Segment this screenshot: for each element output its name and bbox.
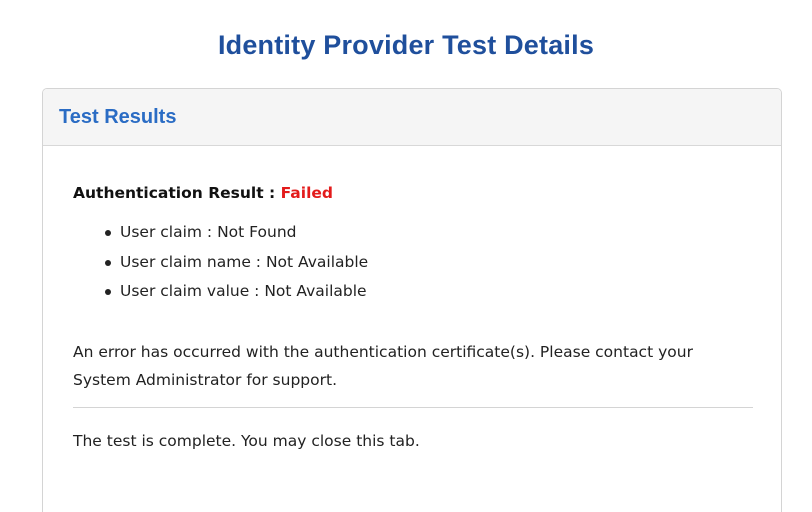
authentication-result-label: Authentication Result : (73, 184, 281, 202)
authentication-result: Authentication Result : Failed (73, 180, 751, 206)
authentication-status-badge: Failed (280, 184, 333, 202)
complete-message: The test is complete. You may close this… (73, 431, 420, 450)
test-results-panel: Test Results Authentication Result : Fai… (42, 88, 782, 512)
list-item-user-claim: User claim : Not Found (105, 218, 751, 248)
panel-header: Test Results (43, 89, 781, 146)
list-item-text: User claim value : Not Available (120, 282, 367, 300)
panel-title: Test Results (59, 105, 177, 128)
divider (73, 406, 753, 408)
bullet-icon (105, 289, 111, 295)
list-item-user-claim-value: User claim value : Not Available (105, 277, 751, 307)
page-title: Identity Provider Test Details (217, 30, 595, 60)
list-item-text: User claim name : Not Available (120, 252, 369, 271)
panel-body: Authentication Result : Failed User clai… (43, 146, 781, 454)
list-item-text: User claim : Not Found (120, 223, 297, 241)
bullet-icon (105, 230, 111, 236)
list-item-user-claim-name: User claim name : Not Available (105, 248, 751, 278)
bullet-icon (105, 259, 111, 266)
error-message: An error has occurred with the authentic… (73, 342, 693, 389)
claims-list: User claim : Not Found User claim name :… (73, 218, 751, 307)
